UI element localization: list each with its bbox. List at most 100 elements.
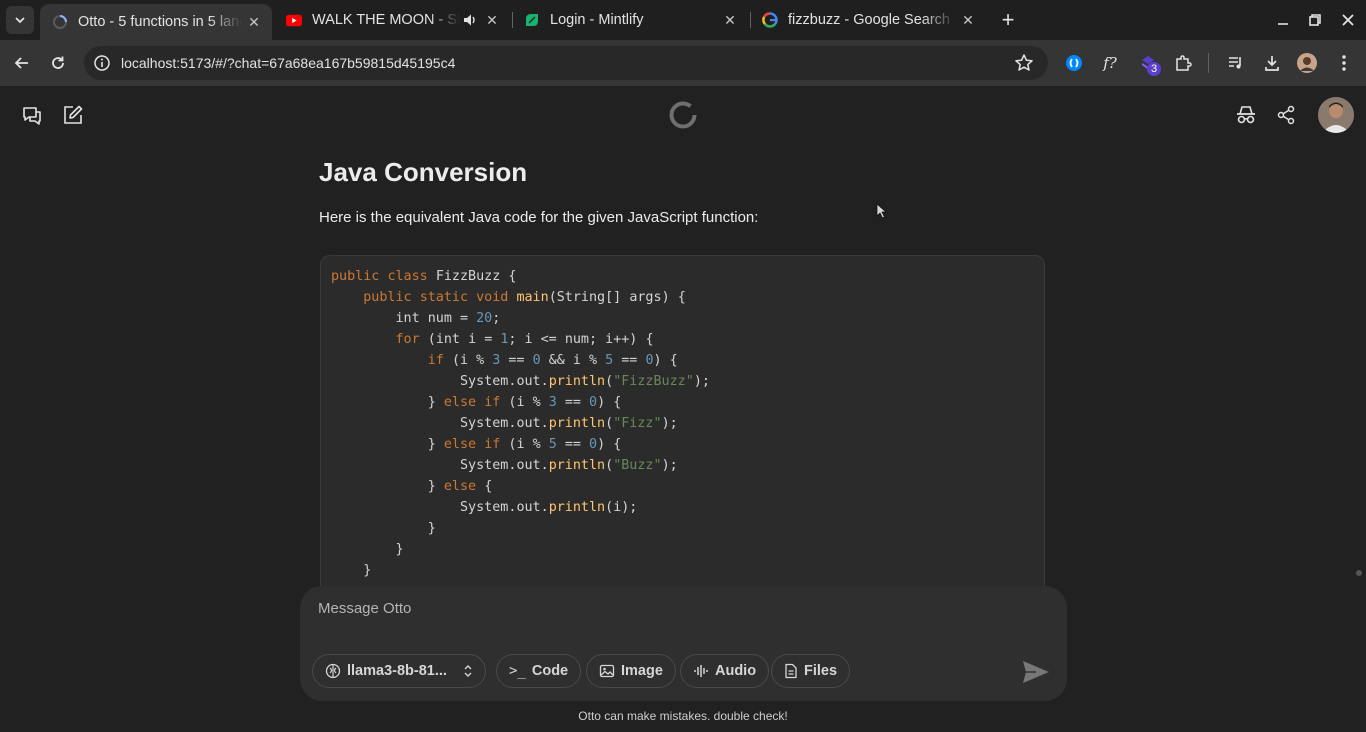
- model-name: llama3-8b-81...: [347, 663, 447, 679]
- new-chat-button[interactable]: [59, 101, 87, 129]
- model-selector[interactable]: llama3-8b-81...: [312, 654, 486, 688]
- minimize-button[interactable]: [1267, 0, 1299, 40]
- speaker-icon[interactable]: [460, 13, 480, 27]
- downloads-button[interactable]: [1257, 48, 1287, 78]
- function-icon: f?: [1103, 54, 1117, 72]
- tab-youtube[interactable]: WALK THE MOON - Shut Up and Dance ✕: [274, 0, 510, 40]
- extension-fx-button[interactable]: f?: [1095, 48, 1125, 78]
- user-avatar[interactable]: [1318, 97, 1354, 133]
- close-window-button[interactable]: [1332, 0, 1364, 40]
- code-button-label: Code: [531, 663, 569, 679]
- file-icon: [785, 663, 797, 679]
- chevron-up-down-icon: [464, 665, 472, 677]
- close-tab-icon[interactable]: ✕: [480, 8, 504, 32]
- code-line: int num = 20;: [395, 311, 501, 326]
- extension-badge-button[interactable]: 3: [1133, 48, 1163, 78]
- minimize-icon: [1278, 23, 1288, 25]
- url-text[interactable]: localhost:5173/#/?chat=67a68ea167b59815d…: [121, 55, 455, 71]
- code-line: System.out.println("Buzz");: [460, 458, 678, 473]
- code-line: System.out.println("Fizz");: [460, 416, 678, 431]
- code-line: } else if (i % 3 == 0) {: [427, 395, 622, 410]
- image-button[interactable]: Image: [586, 654, 676, 688]
- site-info-icon[interactable]: [93, 54, 111, 72]
- extension-shazam-button[interactable]: [1059, 48, 1089, 78]
- tab-title: fizzbuzz - Google Search: [788, 12, 950, 28]
- toolbar-divider: [1208, 53, 1209, 73]
- code-content: public class FizzBuzz { public static vo…: [331, 266, 710, 581]
- google-icon: [762, 12, 778, 28]
- code-line: }: [427, 521, 436, 536]
- new-tab-button[interactable]: +: [994, 6, 1022, 34]
- response-heading: Java Conversion: [319, 157, 528, 187]
- tab-title: WALK THE MOON - Shut Up and Dance: [312, 12, 460, 28]
- more-vertical-icon: [1342, 55, 1346, 71]
- code-line: public class FizzBuzz {: [331, 269, 517, 284]
- terminal-icon: >_: [509, 663, 526, 679]
- restore-button[interactable]: [1299, 0, 1331, 40]
- arrow-left-icon: [14, 57, 28, 69]
- address-bar[interactable]: localhost:5173/#/?chat=67a68ea167b59815d…: [84, 46, 1048, 80]
- edit-icon: [64, 105, 83, 124]
- mintlify-icon: [524, 12, 540, 28]
- mouse-cursor-icon: [876, 203, 888, 219]
- code-line: }: [363, 563, 372, 578]
- share-button[interactable]: [1272, 101, 1300, 129]
- tab-google[interactable]: fizzbuzz - Google Search ✕: [750, 0, 986, 40]
- media-controls-button[interactable]: [1221, 48, 1251, 78]
- incognito-button[interactable]: [1232, 101, 1260, 129]
- response-intro-text: Here is the equivalent Java code for the…: [319, 209, 759, 226]
- code-line: } else {: [427, 479, 493, 494]
- profile-avatar-icon: [1297, 53, 1317, 73]
- files-button-label: Files: [804, 663, 838, 679]
- files-button[interactable]: Files: [771, 654, 851, 688]
- code-line: System.out.println("FizzBuzz");: [460, 374, 710, 389]
- code-line: } else if (i % 5 == 0) {: [427, 437, 622, 452]
- browser-tab-bar: Otto - 5 functions in 5 languages ✕ WALK…: [0, 0, 1366, 40]
- code-line: public static void main(String[] args) {: [363, 290, 686, 305]
- bookmark-star-icon[interactable]: [1014, 53, 1034, 73]
- chevron-down-icon: [15, 17, 25, 24]
- share-icon: [1277, 105, 1295, 125]
- tab-search-button[interactable]: [6, 6, 34, 34]
- code-line: System.out.println(i);: [460, 500, 638, 515]
- download-icon: [1265, 56, 1279, 71]
- extension-badge: 3: [1147, 62, 1161, 76]
- reload-button[interactable]: [43, 48, 73, 78]
- browser-menu-button[interactable]: [1329, 48, 1359, 78]
- code-line: for (int i = 1; i <= num; i++) {: [395, 332, 654, 347]
- send-icon: [1023, 661, 1049, 683]
- scroll-indicator[interactable]: [1356, 570, 1362, 576]
- puzzle-icon: [1176, 55, 1192, 71]
- chats-icon: [23, 107, 41, 125]
- image-icon: [599, 664, 615, 678]
- disclaimer-text: Otto can make mistakes. double check!: [578, 709, 788, 723]
- chat-history-button[interactable]: [18, 101, 46, 129]
- code-line: if (i % 3 == 0 && i % 5 == 0) {: [427, 353, 678, 368]
- code-line: }: [395, 542, 404, 557]
- back-button[interactable]: [7, 48, 37, 78]
- shazam-icon: [1066, 55, 1082, 71]
- incognito-icon: [1237, 106, 1255, 124]
- restore-icon: [1309, 14, 1321, 26]
- close-tab-icon[interactable]: ✕: [718, 8, 742, 32]
- send-button[interactable]: [1020, 656, 1052, 688]
- reload-icon: [52, 56, 64, 69]
- code-block: public class FizzBuzz { public static vo…: [320, 255, 1045, 595]
- tab-otto[interactable]: Otto - 5 functions in 5 languages ✕: [40, 4, 272, 40]
- tab-mintlify[interactable]: Login - Mintlify ✕: [512, 0, 748, 40]
- profile-button[interactable]: [1292, 48, 1322, 78]
- youtube-icon: [286, 12, 302, 28]
- tab-title: Login - Mintlify: [550, 12, 644, 28]
- audio-button[interactable]: Audio: [680, 654, 770, 688]
- spinner-icon: [52, 14, 68, 30]
- queue-music-icon: [1229, 57, 1241, 69]
- audio-waveform-icon: [694, 665, 708, 677]
- loading-spinner-icon: [668, 100, 698, 130]
- extensions-button[interactable]: [1168, 48, 1198, 78]
- close-tab-icon[interactable]: ✕: [956, 8, 980, 32]
- close-tab-icon[interactable]: ✕: [242, 10, 266, 34]
- tab-title: Otto - 5 functions in 5 languages: [78, 14, 242, 30]
- message-input[interactable]: Message Otto: [318, 600, 411, 617]
- code-button[interactable]: >_ Code: [496, 654, 582, 688]
- close-icon: [1342, 14, 1354, 26]
